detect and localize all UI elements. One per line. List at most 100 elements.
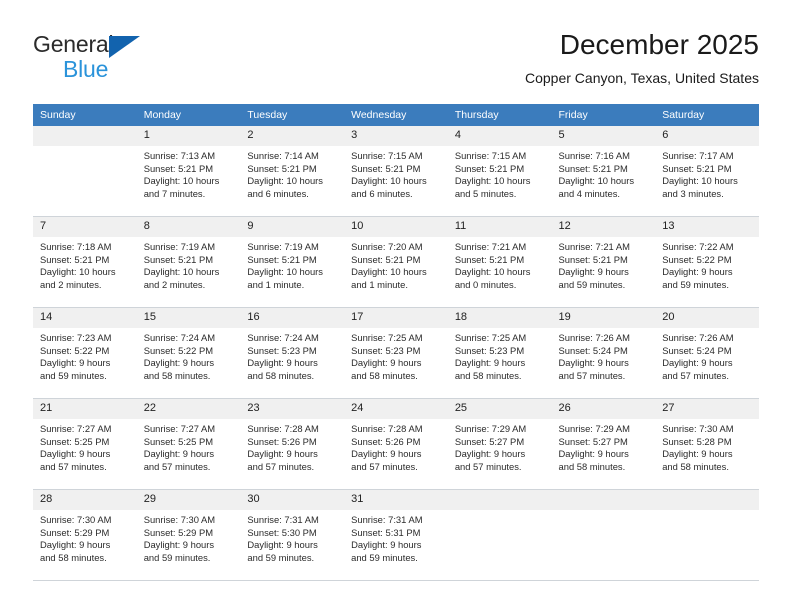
general-blue-logo[interactable]: General Blue — [33, 32, 233, 90]
calendar-page: General Blue December 2025 Copper Canyon… — [0, 0, 792, 612]
calendar-day-cell[interactable]: 29 Sunrise: 7:30 AM Sunset: 5:29 PM Dayligh… — [136, 489, 241, 581]
daylight-text-line1: Daylight: 10 hours — [454, 266, 531, 278]
calendar-week-row: 14 Sunrise: 7:23 AM Sunset: 5:22 PM Dayligh… — [33, 307, 759, 399]
calendar-day-cell[interactable]: 11 Sunrise: 7:21 AM Sunset: 5:21 PM Dayligh… — [447, 216, 552, 308]
day-details: Sunrise: 7:26 AM Sunset: 5:24 PM Daylight:… — [552, 328, 656, 382]
calendar-day-cell[interactable]: 6 Sunrise: 7:17 AM Sunset: 5:21 PM Daylight… — [655, 126, 759, 217]
daylight-text-line1: Daylight: 10 hours — [143, 175, 220, 187]
daylight-text-line2: and 4 minutes. — [558, 187, 621, 199]
logo-text-general: General — [33, 31, 114, 57]
day-details: Sunrise: 7:18 AM Sunset: 5:21 PM Daylight:… — [33, 237, 137, 291]
sunset-text: Sunset: 5:31 PM — [351, 526, 421, 538]
day-details: Sunrise: 7:29 AM Sunset: 5:27 PM Daylight:… — [448, 419, 552, 473]
daylight-text-line2: and 58 minutes. — [662, 460, 729, 472]
page-header: General Blue December 2025 Copper Canyon… — [33, 28, 759, 98]
day-number: 17 — [344, 308, 448, 328]
day-number: 2 — [240, 126, 345, 146]
sunset-text: Sunset: 5:22 PM — [40, 344, 110, 356]
calendar-day-cell[interactable]: 17 Sunrise: 7:25 AM Sunset: 5:23 PM Dayligh… — [344, 307, 448, 399]
day-details: Sunrise: 7:24 AM Sunset: 5:23 PM Daylight:… — [240, 328, 344, 382]
daylight-text-line1: Daylight: 9 hours — [40, 448, 111, 460]
calendar-day-cell[interactable]: 18 Sunrise: 7:25 AM Sunset: 5:23 PM Dayligh… — [447, 307, 552, 399]
sunset-text: Sunset: 5:21 PM — [558, 253, 628, 265]
daylight-text-line2: and 3 minutes. — [662, 187, 724, 199]
calendar-day-cell[interactable]: 16 Sunrise: 7:24 AM Sunset: 5:23 PM Dayligh… — [240, 307, 345, 399]
weekday-header-friday: Friday — [551, 104, 656, 126]
day-details: Sunrise: 7:13 AM Sunset: 5:21 PM Daylight:… — [137, 146, 241, 200]
calendar-day-cell[interactable]: 13 Sunrise: 7:22 AM Sunset: 5:22 PM Dayligh… — [655, 216, 759, 308]
calendar-body: 1 Sunrise: 7:13 AM Sunset: 5:21 PM Daylight… — [33, 126, 759, 581]
day-number: 29 — [136, 490, 241, 510]
sunset-text: Sunset: 5:24 PM — [558, 344, 628, 356]
sunset-text: Sunset: 5:25 PM — [40, 435, 110, 447]
day-number: 26 — [551, 399, 656, 419]
sunset-text: Sunset: 5:25 PM — [143, 435, 214, 447]
daylight-text-line2: and 57 minutes. — [40, 460, 107, 472]
daylight-text-line1: Daylight: 9 hours — [558, 448, 629, 460]
calendar-day-cell[interactable]: 7 Sunrise: 7:18 AM Sunset: 5:21 PM Daylight… — [33, 216, 137, 308]
calendar-day-cell[interactable]: 10 Sunrise: 7:20 AM Sunset: 5:21 PM Dayligh… — [344, 216, 448, 308]
calendar-day-cell[interactable]: 24 Sunrise: 7:28 AM Sunset: 5:26 PM Dayligh… — [344, 398, 448, 490]
daylight-text-line2: and 58 minutes. — [143, 369, 211, 381]
day-number — [655, 490, 759, 510]
sunset-text: Sunset: 5:22 PM — [662, 253, 732, 265]
calendar-day-cell[interactable]: 27 Sunrise: 7:30 AM Sunset: 5:28 PM Dayligh… — [655, 398, 759, 490]
day-details: Sunrise: 7:23 AM Sunset: 5:22 PM Daylight:… — [33, 328, 137, 382]
sunset-text: Sunset: 5:29 PM — [40, 526, 110, 538]
calendar-day-cell[interactable]: 28 Sunrise: 7:30 AM Sunset: 5:29 PM Dayligh… — [33, 489, 137, 581]
day-number: 8 — [136, 217, 241, 237]
calendar-day-cell[interactable]: 21 Sunrise: 7:27 AM Sunset: 5:25 PM Dayligh… — [33, 398, 137, 490]
day-number — [33, 126, 137, 146]
daylight-text-line1: Daylight: 10 hours — [143, 266, 220, 278]
calendar-day-cell[interactable]: 31 Sunrise: 7:31 AM Sunset: 5:31 PM Dayligh… — [344, 489, 448, 581]
weekday-header-wednesday: Wednesday — [344, 104, 448, 126]
calendar-day-cell[interactable]: 19 Sunrise: 7:26 AM Sunset: 5:24 PM Dayligh… — [551, 307, 656, 399]
daylight-text-line2: and 57 minutes. — [351, 460, 418, 472]
calendar-day-cell[interactable]: 3 Sunrise: 7:15 AM Sunset: 5:21 PM Daylight… — [344, 126, 448, 217]
calendar-day-cell[interactable]: 1 Sunrise: 7:13 AM Sunset: 5:21 PM Daylight… — [136, 126, 241, 217]
calendar-cell-empty — [655, 489, 759, 581]
daylight-text-line2: and 59 minutes. — [247, 551, 315, 563]
calendar-day-cell[interactable]: 15 Sunrise: 7:24 AM Sunset: 5:22 PM Dayligh… — [136, 307, 241, 399]
calendar-day-cell[interactable]: 9 Sunrise: 7:19 AM Sunset: 5:21 PM Daylight… — [240, 216, 345, 308]
calendar-day-cell[interactable]: 26 Sunrise: 7:29 AM Sunset: 5:27 PM Dayligh… — [551, 398, 656, 490]
day-number: 15 — [136, 308, 241, 328]
sunrise-text: Sunrise: 7:19 AM — [143, 241, 216, 252]
day-number: 11 — [447, 217, 552, 237]
daylight-text-line1: Daylight: 10 hours — [558, 175, 635, 187]
calendar-day-cell[interactable]: 14 Sunrise: 7:23 AM Sunset: 5:22 PM Dayligh… — [33, 307, 137, 399]
daylight-text-line1: Daylight: 10 hours — [247, 175, 323, 187]
day-details: Sunrise: 7:20 AM Sunset: 5:21 PM Daylight:… — [344, 237, 448, 291]
sunrise-text: Sunrise: 7:30 AM — [143, 514, 216, 525]
calendar-day-cell[interactable]: 8 Sunrise: 7:19 AM Sunset: 5:21 PM Daylight… — [136, 216, 241, 308]
calendar-day-cell[interactable]: 12 Sunrise: 7:21 AM Sunset: 5:21 PM Dayligh… — [551, 216, 656, 308]
sunrise-text: Sunrise: 7:28 AM — [247, 423, 319, 434]
day-number — [551, 490, 656, 510]
weekday-header-tuesday: Tuesday — [240, 104, 345, 126]
calendar-cell-empty — [551, 489, 656, 581]
calendar-day-cell[interactable]: 23 Sunrise: 7:28 AM Sunset: 5:26 PM Dayligh… — [240, 398, 345, 490]
calendar-day-cell[interactable]: 20 Sunrise: 7:26 AM Sunset: 5:24 PM Dayligh… — [655, 307, 759, 399]
sunrise-text: Sunrise: 7:23 AM — [40, 332, 112, 343]
sunset-text: Sunset: 5:21 PM — [351, 162, 421, 174]
calendar-day-cell[interactable]: 22 Sunrise: 7:27 AM Sunset: 5:25 PM Dayligh… — [136, 398, 241, 490]
sunset-text: Sunset: 5:21 PM — [351, 253, 421, 265]
calendar-day-cell[interactable]: 30 Sunrise: 7:31 AM Sunset: 5:30 PM Dayligh… — [240, 489, 345, 581]
day-number: 28 — [33, 490, 137, 510]
daylight-text-line2: and 1 minute. — [247, 278, 305, 290]
logo-wordmark-general: General — [33, 31, 233, 58]
sunrise-text: Sunrise: 7:26 AM — [558, 332, 630, 343]
sunrise-text: Sunrise: 7:31 AM — [351, 514, 423, 525]
sunset-text: Sunset: 5:30 PM — [247, 526, 317, 538]
calendar-day-cell[interactable]: 25 Sunrise: 7:29 AM Sunset: 5:27 PM Dayligh… — [447, 398, 552, 490]
sunset-text: Sunset: 5:21 PM — [662, 162, 732, 174]
sunrise-text: Sunrise: 7:30 AM — [662, 423, 734, 434]
daylight-text-line1: Daylight: 9 hours — [454, 448, 526, 460]
sunrise-text: Sunrise: 7:26 AM — [662, 332, 734, 343]
calendar-day-cell[interactable]: 5 Sunrise: 7:16 AM Sunset: 5:21 PM Daylight… — [551, 126, 656, 217]
calendar-day-cell[interactable]: 2 Sunrise: 7:14 AM Sunset: 5:21 PM Daylight… — [240, 126, 345, 217]
sunset-text: Sunset: 5:26 PM — [247, 435, 317, 447]
calendar-day-cell[interactable]: 4 Sunrise: 7:15 AM Sunset: 5:21 PM Daylight… — [447, 126, 552, 217]
sunset-text: Sunset: 5:29 PM — [143, 526, 214, 538]
sunset-text: Sunset: 5:28 PM — [662, 435, 732, 447]
